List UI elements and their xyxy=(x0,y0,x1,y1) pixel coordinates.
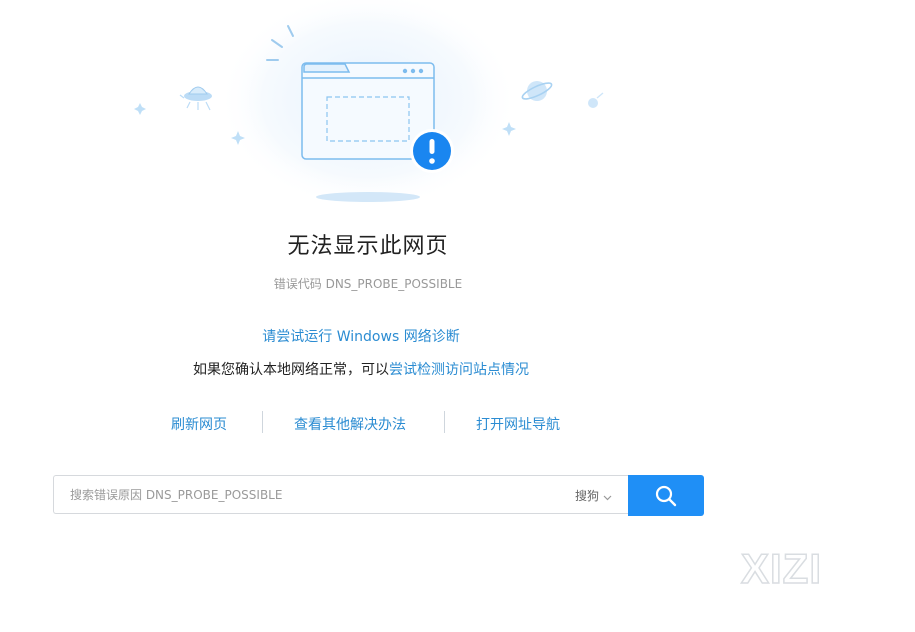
confirm-prefix: 如果您确认本地网络正常，可以 xyxy=(193,362,389,378)
alert-icon xyxy=(410,129,454,173)
network-confirm-text: 如果您确认本地网络正常，可以尝试检测访问站点情况 xyxy=(0,359,722,379)
search-engine-select[interactable]: 搜狗 xyxy=(575,487,612,504)
divider xyxy=(444,411,445,433)
page-title: 无法显示此网页 xyxy=(287,234,449,259)
error-page: 无法显示此网页 错误代码 DNS_PROBE_POSSIBLE 请尝试运行 Wi… xyxy=(0,0,915,632)
watermark-logo: XIZI xyxy=(740,546,822,588)
search-engine-label: 搜狗 xyxy=(574,489,599,503)
open-url-nav-link[interactable]: 打开网址导航 xyxy=(476,414,560,434)
refresh-link[interactable]: 刷新网页 xyxy=(171,414,227,434)
search-icon xyxy=(655,485,677,507)
search-box: 搜狗 xyxy=(53,475,628,514)
other-solutions-link[interactable]: 查看其他解决办法 xyxy=(294,414,406,434)
svg-text:XIZI: XIZI xyxy=(741,546,822,588)
search-input[interactable] xyxy=(54,476,544,513)
planet-icon xyxy=(521,81,553,101)
error-illustration xyxy=(134,0,604,210)
windows-diagnostics-link[interactable]: 请尝试运行 Windows 网络诊断 xyxy=(0,326,722,346)
window-shadow xyxy=(316,192,420,202)
ufo-icon xyxy=(179,86,212,111)
error-code: 错误代码 DNS_PROBE_POSSIBLE xyxy=(273,277,463,291)
meteor-icon xyxy=(588,92,604,108)
search-button[interactable] xyxy=(628,475,704,516)
action-links: 刷新网页 查看其他解决办法 打开网址导航 xyxy=(0,411,915,435)
divider xyxy=(262,411,263,433)
chevron-down-icon xyxy=(603,490,612,504)
check-site-link[interactable]: 尝试检测访问站点情况 xyxy=(389,362,529,378)
